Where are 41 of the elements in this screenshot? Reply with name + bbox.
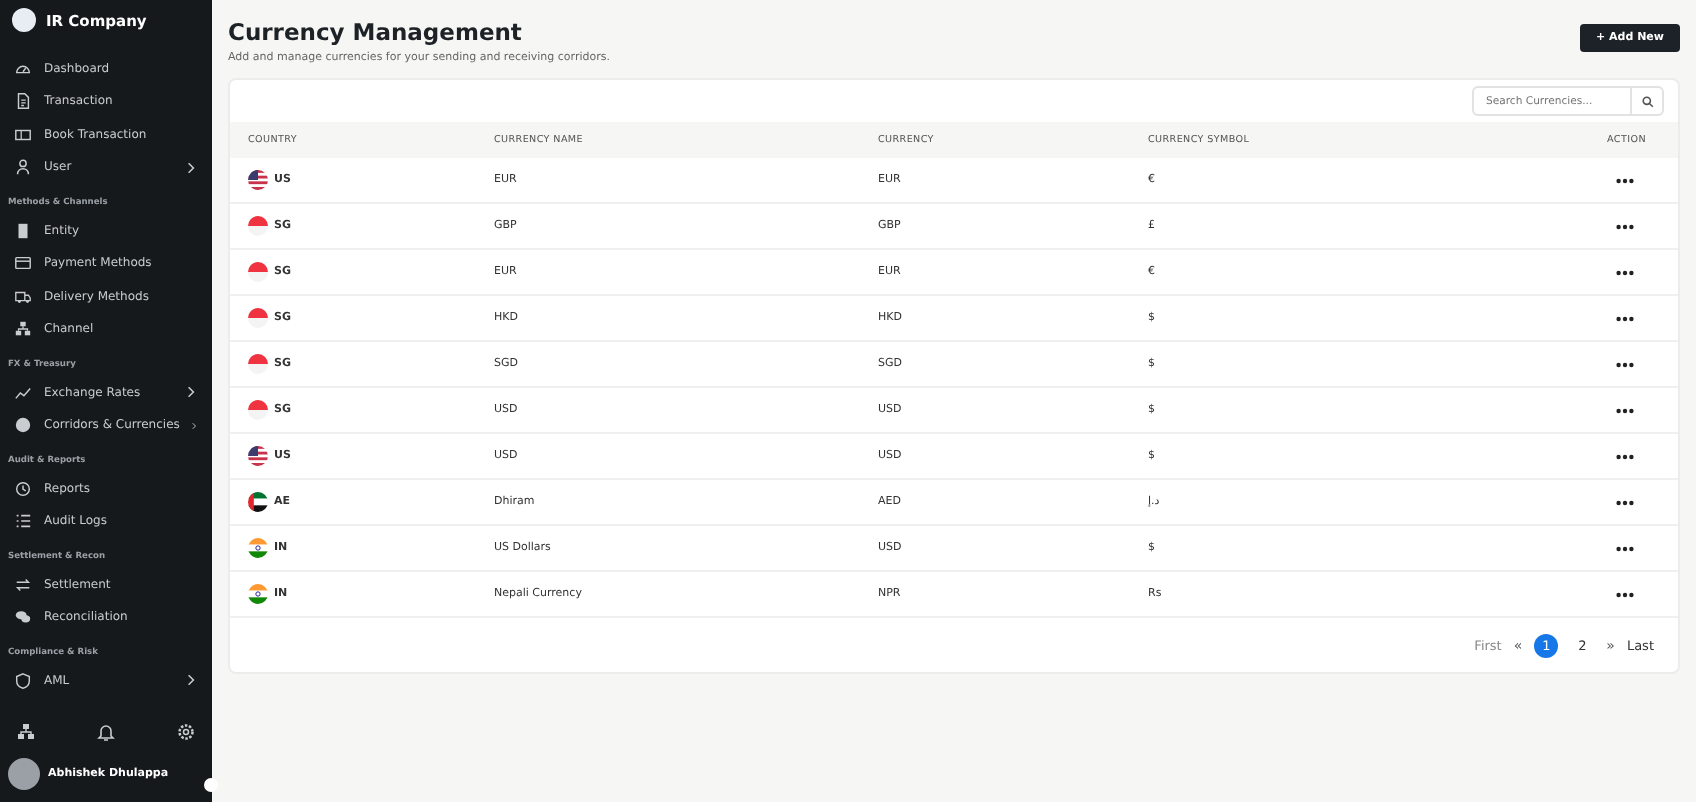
- more-icon[interactable]: [1616, 177, 1634, 183]
- flag-icon: [248, 170, 268, 190]
- arrows-icon: [14, 575, 32, 594]
- more-icon[interactable]: [1616, 499, 1634, 505]
- more-icon[interactable]: [1616, 407, 1634, 413]
- chat-icon: [14, 608, 32, 627]
- flag-icon: [248, 538, 268, 558]
- flag-icon: [248, 354, 268, 374]
- card-icon: [14, 254, 32, 273]
- flag-icon: [248, 262, 268, 282]
- ticket-icon: [14, 125, 32, 144]
- search-button[interactable]: [1632, 86, 1664, 116]
- flag-icon: [248, 400, 268, 420]
- flag-icon: [248, 584, 268, 604]
- bell-icon[interactable]: [96, 722, 116, 742]
- truck-icon: [14, 287, 32, 306]
- more-icon[interactable]: [1616, 545, 1634, 551]
- more-icon[interactable]: [1616, 453, 1634, 459]
- shield-icon: [14, 671, 32, 690]
- search-icon: [1641, 95, 1653, 107]
- more-icon[interactable]: [1616, 361, 1634, 367]
- page-title: Currency Management: [228, 18, 524, 46]
- network-icon: [14, 320, 32, 339]
- collapse-handle[interactable]: [204, 778, 218, 792]
- flag-icon: [248, 492, 268, 512]
- more-icon[interactable]: [1616, 315, 1634, 321]
- more-icon[interactable]: [1616, 591, 1634, 597]
- network-icon[interactable]: [16, 722, 36, 742]
- chart-icon: [14, 383, 32, 402]
- logo-icon: [12, 8, 36, 32]
- more-icon[interactable]: [1616, 223, 1634, 229]
- flag-icon: [248, 216, 268, 236]
- more-icon[interactable]: [1616, 269, 1634, 275]
- person-icon: [14, 158, 32, 177]
- flag-icon: [248, 446, 268, 466]
- flag-icon: [248, 308, 268, 328]
- clock-icon: [14, 479, 32, 498]
- settings-icon[interactable]: [176, 722, 196, 742]
- list-icon: [14, 512, 32, 531]
- document-icon: [14, 92, 32, 111]
- avatar: [8, 758, 40, 790]
